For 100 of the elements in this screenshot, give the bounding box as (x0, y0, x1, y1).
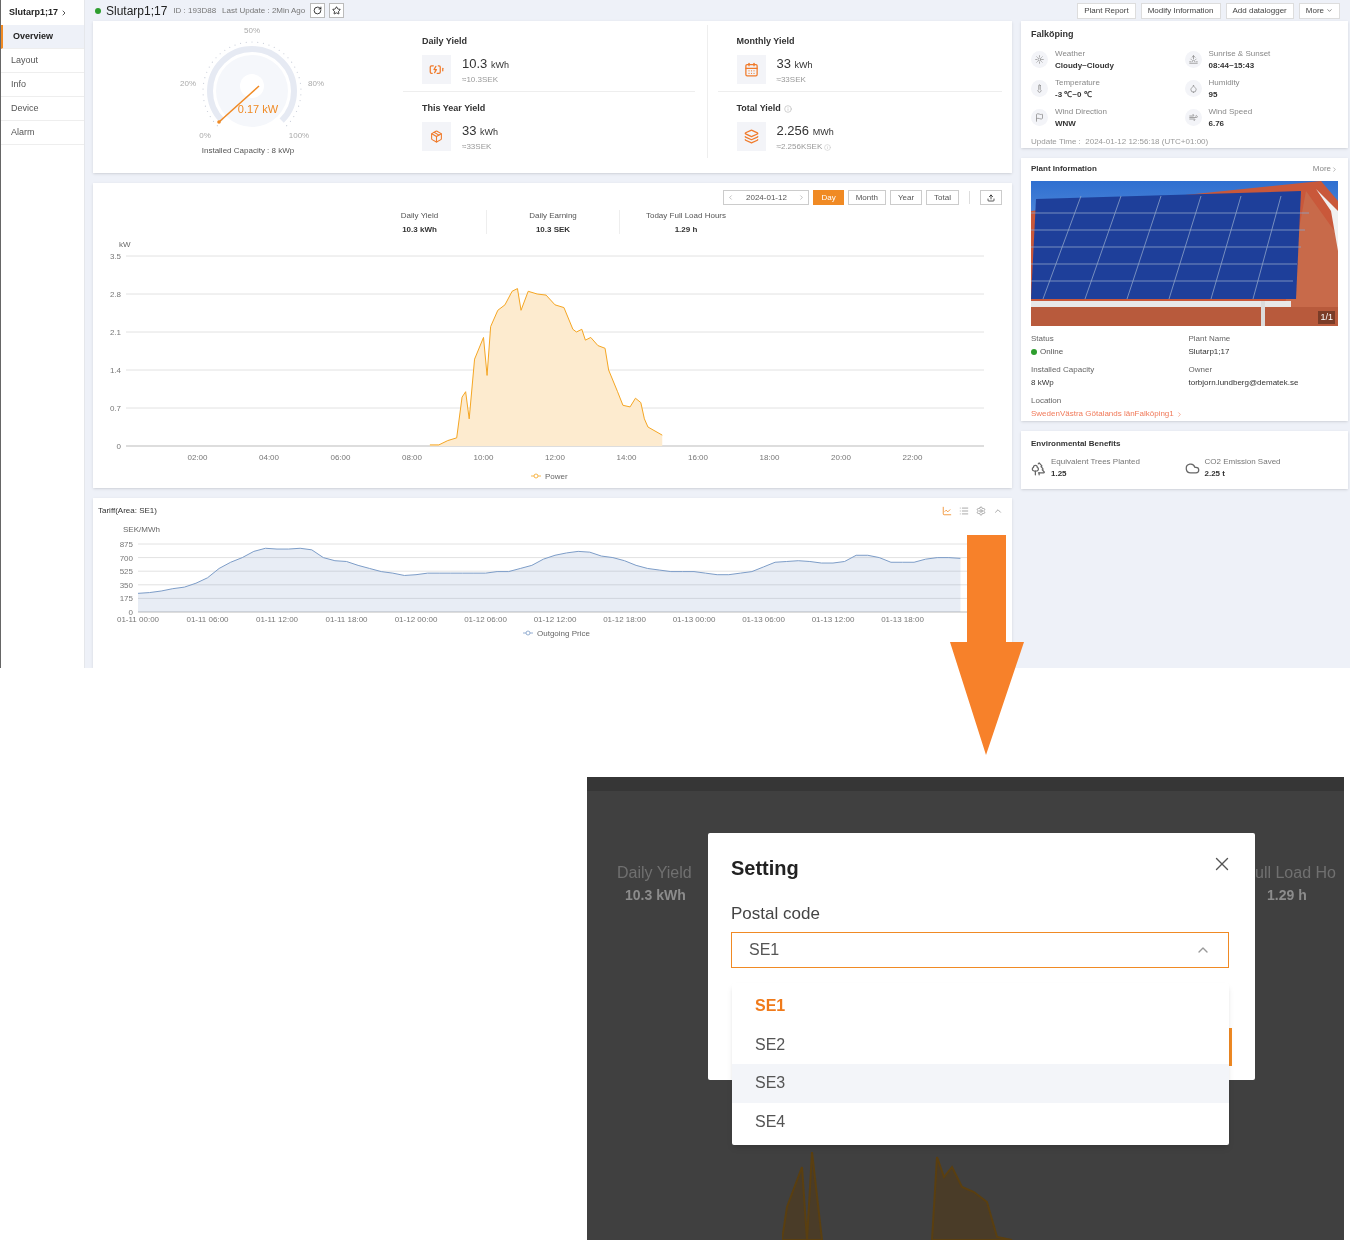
plant-id: ID : 193D88 (173, 4, 217, 17)
field-label: Postal code (731, 903, 820, 925)
yield-value: 33 kWh (462, 121, 499, 140)
action-button[interactable]: Modify Information (1140, 2, 1221, 19)
installed-capacity: Installed Capacity : 8 kWp (201, 145, 295, 157)
y-tick-label: 1.4 (109, 366, 121, 375)
favorite-button[interactable] (329, 3, 345, 18)
settings-icon[interactable] (976, 505, 986, 516)
yield-value: 33 kWh (776, 54, 813, 73)
card-title: Plant Information (1031, 163, 1097, 175)
field-label: Location (1031, 395, 1063, 407)
image-counter: 1/1 (1318, 310, 1335, 324)
chevron-left-icon (727, 194, 735, 201)
wind-icon (1188, 113, 1198, 122)
tariff-title: Tariff(Area: SE1) (98, 504, 157, 517)
x-tick-label: 01-12 06:00 (464, 615, 507, 624)
range-tab[interactable]: Total (926, 190, 959, 205)
star-icon (332, 6, 342, 15)
dropdown-option[interactable]: SE4 (732, 1102, 1229, 1141)
yield-title: Daily Yield (422, 35, 468, 48)
legend-label: Outgoing Price (537, 629, 590, 638)
last-update: Last Update : 2Min Ago (222, 4, 306, 17)
gauge-tick-label: 50% (244, 26, 260, 35)
weather-value: 08:44~15:43 (1208, 59, 1256, 72)
dropdown-option[interactable]: SE3 (732, 1064, 1229, 1103)
summary-value: 10.3 SEK (535, 224, 571, 236)
x-tick-label: 01-13 18:00 (881, 615, 924, 624)
benefit-value: 1.25 (1051, 468, 1068, 480)
weather-label: Wind Direction (1055, 105, 1107, 118)
x-tick-label: 14:00 (616, 453, 637, 462)
action-button[interactable]: Add datalogger (1225, 2, 1294, 19)
sidebar-item[interactable]: Device (1, 97, 84, 121)
dialog-title: Setting (731, 856, 799, 881)
chevron-down-icon (1326, 7, 1333, 14)
sidebar-item[interactable]: Layout (1, 49, 84, 73)
sidebar-item[interactable]: Info (1, 73, 84, 97)
yield-earning: ≈2.256KSEK (776, 141, 823, 153)
x-tick-label: 01-12 12:00 (533, 615, 577, 624)
summary-label: Daily Earning (529, 210, 577, 222)
benefit-label: CO2 Emission Saved (1204, 456, 1281, 468)
summary-label: Daily Yield (400, 210, 439, 222)
line-chart-icon[interactable] (942, 505, 952, 516)
axis-label: SEK/MWh (123, 525, 160, 534)
y-tick-label: 0.7 (109, 404, 121, 413)
chevron-right-icon (1331, 165, 1338, 173)
y-tick-label: 3.5 (109, 252, 121, 261)
y-tick-label: 2.1 (109, 328, 121, 337)
x-tick-label: 20:00 (831, 453, 851, 462)
weather-label: Sunrise & Sunset (1208, 47, 1271, 60)
action-button[interactable]: More (1298, 2, 1340, 19)
benefit-label: Equivalent Trees Planted (1051, 456, 1140, 468)
weather-label: Humidity (1208, 76, 1240, 89)
refresh-button[interactable] (310, 3, 326, 18)
x-tick-label: 02:00 (187, 453, 208, 462)
x-tick-label: 01-12 18:00 (603, 615, 646, 624)
y-tick-label: 700 (119, 553, 133, 563)
field-label: Status (1031, 333, 1055, 345)
y-tick-label: 525 (119, 567, 133, 577)
list-icon[interactable] (959, 505, 969, 516)
box-icon (430, 130, 443, 144)
range-tab[interactable]: Year (889, 190, 923, 205)
x-tick-label: 06:00 (330, 453, 351, 462)
range-tab[interactable]: Month (847, 190, 886, 205)
yield-title: Monthly Yield (736, 35, 795, 48)
backdrop-value: 1.29 h (1267, 886, 1307, 905)
weather-label: Weather (1055, 47, 1087, 60)
weather-label: Temperature (1055, 76, 1100, 89)
field-value: Slutarp1;17 (1188, 346, 1231, 358)
export-button[interactable] (980, 190, 1002, 205)
action-button[interactable]: Plant Report (1077, 2, 1136, 19)
benefit-value: 2.25 t (1204, 468, 1226, 480)
sun-icon (1035, 55, 1044, 64)
field-value: Online (1040, 346, 1064, 358)
x-tick-label: 01-13 12:00 (811, 615, 855, 624)
weather-label: Wind Speed (1208, 105, 1253, 118)
date-picker[interactable]: 2024-01-12 (723, 190, 810, 205)
x-tick-label: 01-13 00:00 (672, 615, 716, 624)
sidebar-item[interactable]: Overview (1, 25, 84, 49)
postal-code-select[interactable]: SE1 (731, 932, 1229, 968)
flag-icon (1035, 113, 1044, 122)
more-link[interactable]: More (1312, 163, 1331, 175)
x-tick-label: 01-13 06:00 (742, 615, 785, 624)
y-tick-label: 0 (116, 442, 121, 451)
x-tick-label: 04:00 (259, 453, 279, 462)
y-tick-label: 875 (119, 540, 133, 549)
yield-value: 10.3 kWh (462, 54, 509, 73)
sidebar-item[interactable]: Alarm (1, 121, 84, 145)
trees-icon (1031, 460, 1046, 476)
dropdown-option[interactable]: SE2 (732, 1025, 1229, 1064)
gauge-tick-label: 80% (308, 79, 324, 88)
y-tick-label: 350 (119, 580, 133, 590)
chevron-right-icon (1175, 410, 1183, 418)
summary-value: 1.29 h (674, 224, 698, 236)
plant-name: Slutarp1;17 (106, 2, 168, 20)
weather-value: 95 (1208, 88, 1219, 101)
weather-value: WNW (1055, 117, 1077, 130)
refresh-icon (313, 6, 323, 15)
x-tick-label: 01-11 18:00 (325, 615, 368, 624)
x-tick-label: 01-12 00:00 (394, 615, 438, 624)
gauge-reading: 0.17 kW (237, 103, 279, 115)
